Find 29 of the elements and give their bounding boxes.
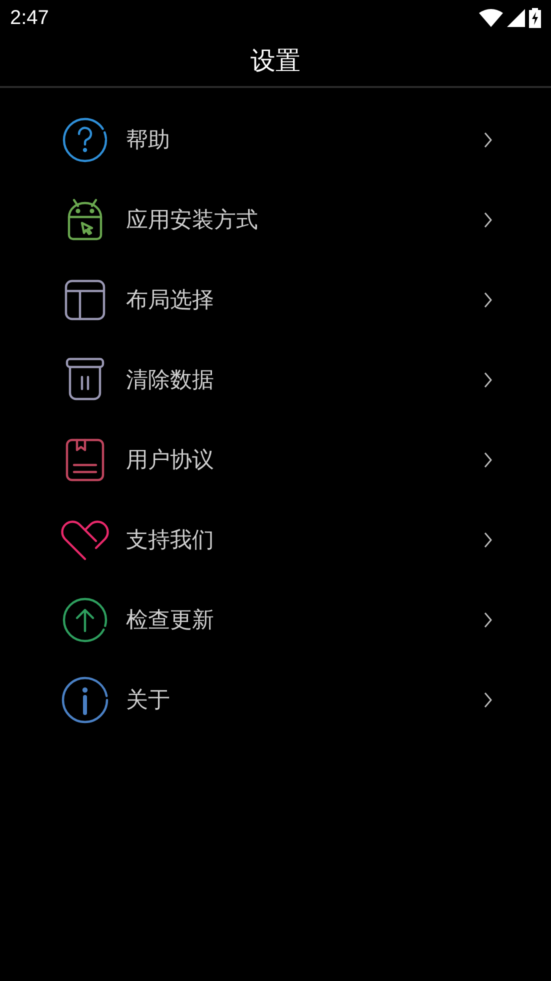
chevron-icon	[483, 531, 493, 549]
settings-item[interactable]: 关于	[0, 660, 551, 740]
settings-item[interactable]: 清除数据	[0, 340, 551, 420]
item-label: 清除数据	[126, 366, 215, 394]
item-label: 帮助	[126, 126, 171, 154]
chevron-icon	[483, 451, 493, 469]
status-time: 2:47	[10, 6, 49, 31]
chevron-icon	[483, 371, 493, 389]
chevron-icon	[483, 131, 493, 149]
chevron-icon	[483, 691, 493, 709]
item-label: 应用安装方式	[126, 206, 259, 234]
item-label: 支持我们	[126, 526, 215, 554]
chevron-icon	[483, 291, 493, 309]
item-label: 布局选择	[126, 286, 215, 314]
settings-item[interactable]: 检查更新	[0, 580, 551, 660]
wifi-icon	[479, 9, 503, 27]
page-title: 设置	[250, 45, 300, 78]
settings-item[interactable]: 帮助	[0, 100, 551, 180]
item-label: 关于	[126, 686, 171, 714]
item-label: 检查更新	[126, 606, 215, 634]
settings-item[interactable]: 应用安装方式	[0, 180, 551, 260]
settings-item[interactable]: 布局选择	[0, 260, 551, 340]
settings-item[interactable]: 用户协议	[0, 420, 551, 500]
signal-icon	[507, 9, 525, 27]
settings-item[interactable]: 支持我们	[0, 500, 551, 580]
battery-icon	[529, 8, 541, 28]
chevron-icon	[483, 611, 493, 629]
item-label: 用户协议	[126, 446, 215, 474]
chevron-icon	[483, 211, 493, 229]
